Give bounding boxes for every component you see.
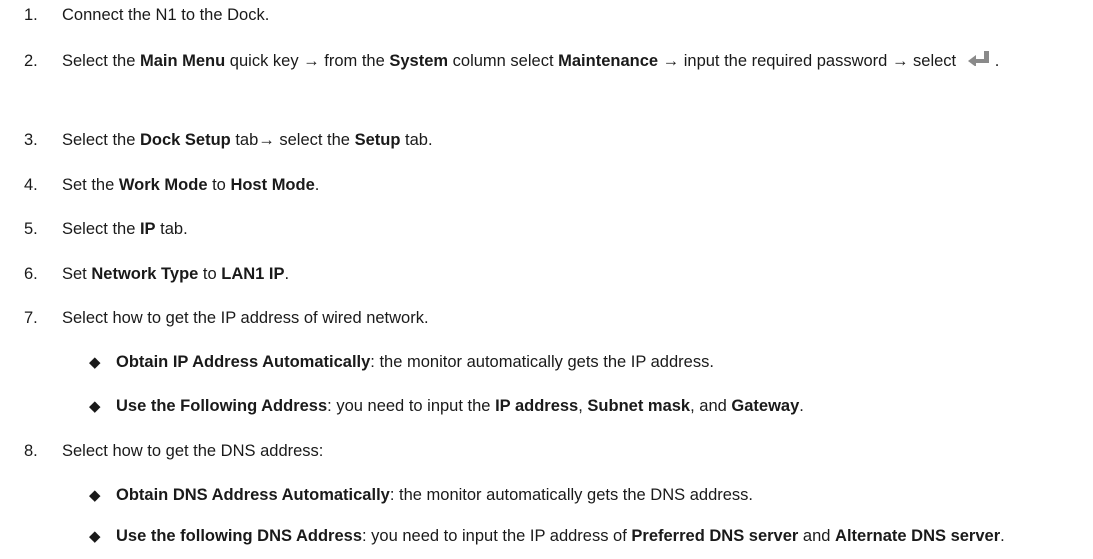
step-text: Select the IP tab. <box>62 218 1082 241</box>
bold-term: LAN1 IP <box>221 265 285 283</box>
text-run: Set <box>62 265 92 283</box>
text-run: Select the <box>62 220 140 238</box>
step-number: 1. <box>24 6 38 24</box>
sub-item-text: Use the Following Address: you need to i… <box>116 395 1086 418</box>
diamond-bullet-icon: ◆ <box>89 398 101 415</box>
text-run: quick key → from the <box>225 52 390 70</box>
sub-item-text: Obtain IP Address Automatically: the mon… <box>116 351 1086 374</box>
step-number: 8. <box>24 442 38 460</box>
diamond-bullet-icon: ◆ <box>89 487 101 504</box>
text-run: Select how to get the DNS address: <box>62 442 324 460</box>
step-text: Set Network Type to LAN1 IP. <box>62 263 1082 286</box>
diamond-bullet-icon: ◆ <box>89 354 101 371</box>
bold-term: Setup <box>354 131 401 149</box>
bold-term: Work Mode <box>118 176 208 194</box>
text-run: : the monitor automatically gets the IP … <box>370 353 714 371</box>
step-number: 4. <box>24 176 38 194</box>
text-run: column select <box>448 52 559 70</box>
bold-term: Gateway <box>731 397 800 415</box>
text-run: tab→ select the <box>230 131 355 149</box>
text-run: : you need to input the <box>327 397 496 415</box>
step-text: Connect the N1 to the Dock. <box>62 4 1082 27</box>
bold-term: Use the Following Address <box>116 397 328 415</box>
text-run: . <box>1000 527 1005 545</box>
step-text: Set the Work Mode to Host Mode. <box>62 174 1082 197</box>
bold-term: Main Menu <box>139 52 226 70</box>
text-run: → input the required password → select <box>658 52 961 70</box>
step-number: 3. <box>24 131 38 149</box>
text-run: Connect the N1 to the Dock. <box>62 6 270 24</box>
step-text: Select the Main Menu quick key → from th… <box>62 50 1082 73</box>
text-run: tab. <box>400 131 433 149</box>
bold-term: IP address <box>495 397 579 415</box>
step-text: Select how to get the IP address of wire… <box>62 307 1082 330</box>
text-run: . <box>994 52 1000 70</box>
text-run: . <box>284 265 290 283</box>
step-text: Select how to get the DNS address: <box>62 440 1082 463</box>
instruction-document: 1. Connect the N1 to the Dock. 2. Select… <box>0 0 1093 559</box>
text-run: Set the <box>62 176 119 194</box>
text-run: tab. <box>155 220 188 238</box>
text-run: to <box>207 176 231 194</box>
bold-term: System <box>389 52 449 70</box>
text-run: Select the <box>62 131 140 149</box>
bold-term: Obtain DNS Address Automatically <box>116 486 390 504</box>
sub-item-text: Use the following DNS Address: you need … <box>116 525 1086 548</box>
step-number: 2. <box>24 52 38 70</box>
text-run: Select the <box>62 52 140 70</box>
text-run: to <box>198 265 222 283</box>
bold-term: Use the following DNS Address <box>116 527 363 545</box>
step-number: 5. <box>24 220 38 238</box>
bold-term: Host Mode <box>230 176 315 194</box>
text-run: Select how to get the IP address of wire… <box>62 309 429 327</box>
step-number: 7. <box>24 309 38 327</box>
step-number: 6. <box>24 265 38 283</box>
text-run: . <box>314 176 320 194</box>
bold-term: Preferred DNS server <box>631 527 799 545</box>
step-text: Select the Dock Setup tab→ select the Se… <box>62 129 1082 152</box>
text-run: . <box>799 397 804 415</box>
text-run: : the monitor automatically gets the DNS… <box>389 486 754 504</box>
enter-key-icon <box>967 50 993 73</box>
bold-term: IP <box>139 220 156 238</box>
sub-item-text: Obtain DNS Address Automatically: the mo… <box>116 484 1086 507</box>
bold-term: Dock Setup <box>139 131 231 149</box>
text-run: : you need to input the IP address of <box>362 527 632 545</box>
bold-term: Maintenance <box>558 52 659 70</box>
text-run: and <box>798 527 836 545</box>
text-run: , and <box>690 397 732 415</box>
bold-term: Subnet mask <box>587 397 691 415</box>
bold-term: Alternate DNS server <box>835 527 1001 545</box>
bold-term: Obtain IP Address Automatically <box>116 353 371 371</box>
bold-term: Network Type <box>91 265 199 283</box>
diamond-bullet-icon: ◆ <box>89 528 101 545</box>
